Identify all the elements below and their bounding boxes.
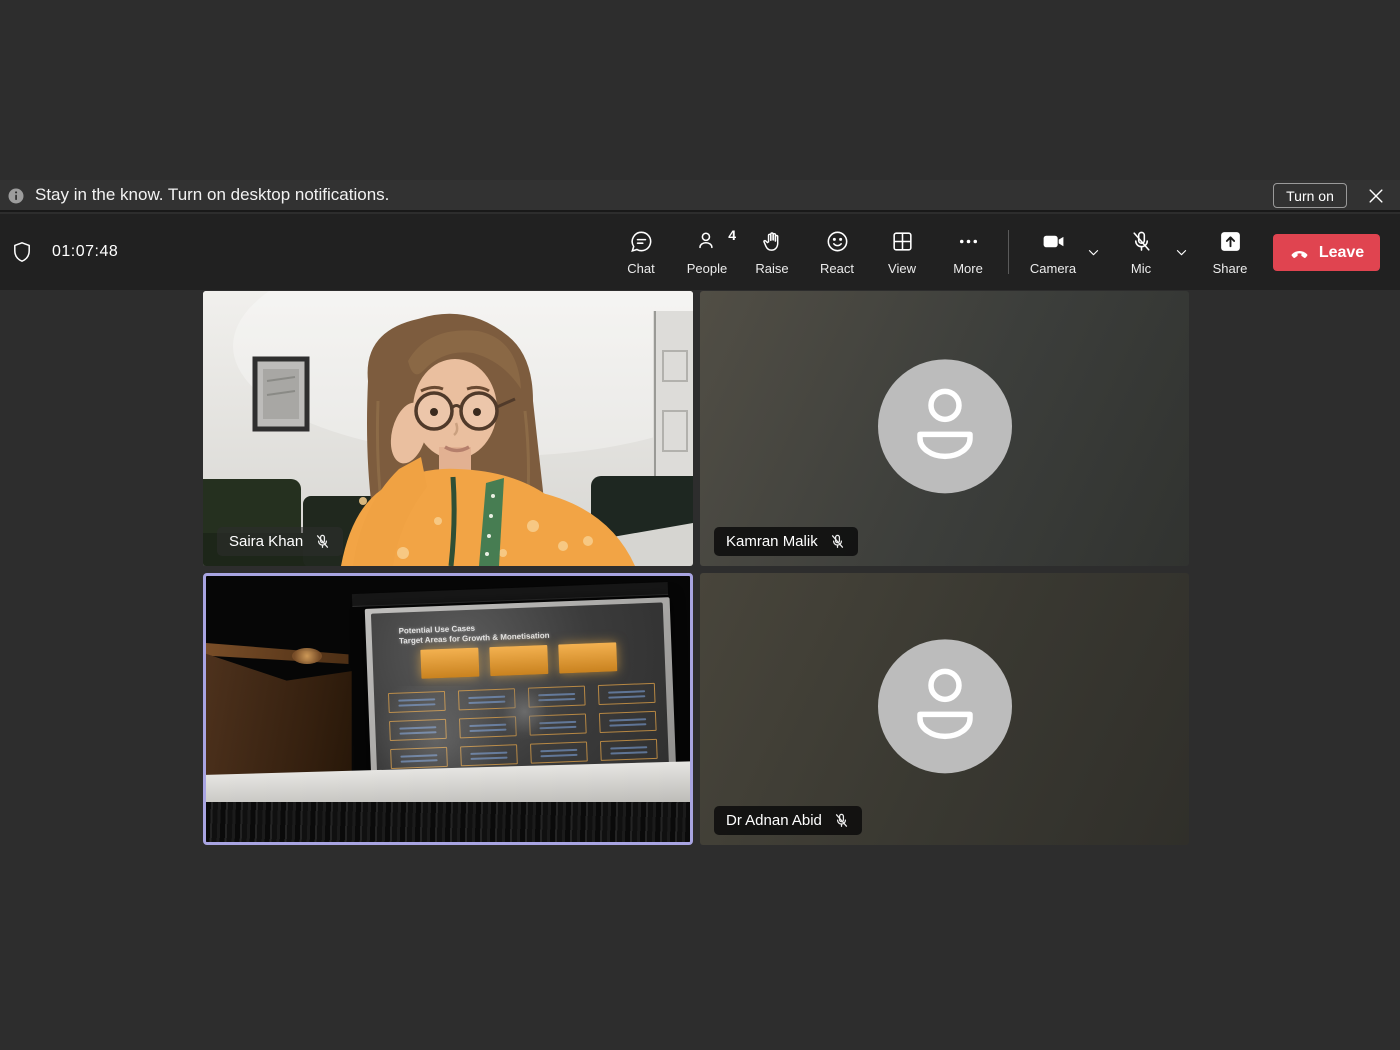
chat-icon: [629, 229, 654, 254]
slide-highlight-box: [420, 648, 479, 679]
person-placeholder-icon: [909, 662, 981, 750]
video-tile-kamran-malik[interactable]: Kamran Malik: [700, 291, 1189, 566]
view-button[interactable]: View: [873, 214, 931, 290]
people-icon: [695, 229, 720, 254]
share-icon: [1218, 229, 1243, 254]
participant-name: Kamran Malik: [726, 533, 818, 550]
raise-label: Raise: [755, 261, 788, 276]
mic-label: Mic: [1131, 261, 1151, 276]
chat-button[interactable]: Chat: [612, 214, 670, 290]
avatar: [878, 359, 1012, 493]
camera-label: Camera: [1030, 261, 1076, 276]
stage-structure-top: [206, 634, 356, 664]
slide-grid-box: [599, 711, 657, 733]
mic-muted-icon: [314, 533, 331, 550]
slide-content: Potential Use Cases Target Areas for Gro…: [371, 602, 669, 778]
toolbar-divider: [1008, 230, 1009, 274]
people-button[interactable]: 4 People: [676, 214, 738, 290]
leave-label: Leave: [1319, 244, 1364, 262]
meeting-window: Stay in the know. Turn on desktop notifi…: [0, 0, 1400, 1050]
share-button[interactable]: Share: [1201, 214, 1259, 290]
slide-highlight-box: [558, 642, 617, 673]
react-smiley-icon: [825, 229, 850, 254]
stage-skirt: [206, 802, 693, 842]
slide-grid-box: [388, 691, 446, 713]
turn-on-button[interactable]: Turn on: [1273, 183, 1347, 208]
name-label-saira: Saira Khan: [217, 527, 343, 556]
projection-screen: Potential Use Cases Target Areas for Gro…: [365, 597, 677, 785]
meeting-toolbar: 01:07:48 Chat 4 People Raise React View …: [0, 214, 1400, 290]
stage-light: [292, 648, 322, 664]
avatar: [878, 639, 1012, 773]
slide-grid-box: [600, 739, 658, 761]
notification-bar: Stay in the know. Turn on desktop notifi…: [0, 180, 1400, 212]
mic-muted-icon: [1129, 229, 1154, 254]
chat-label: Chat: [627, 261, 654, 276]
view-grid-icon: [890, 229, 915, 254]
more-ellipsis-icon: [956, 229, 981, 254]
participant-name: Saira Khan: [229, 533, 303, 550]
more-label: More: [953, 261, 983, 276]
video-tile-adnan-abid[interactable]: Dr Adnan Abid: [700, 573, 1189, 845]
notification-message: Stay in the know. Turn on desktop notifi…: [35, 185, 389, 205]
slide-highlight-box: [489, 645, 548, 676]
video-tile-presentation-room[interactable]: Potential Use Cases Target Areas for Gro…: [203, 573, 693, 845]
mic-button[interactable]: Mic: [1112, 214, 1170, 290]
share-label: Share: [1213, 261, 1248, 276]
leave-button[interactable]: Leave: [1273, 234, 1380, 271]
people-label: People: [687, 261, 727, 276]
person-placeholder-icon: [909, 382, 981, 470]
mic-muted-icon: [833, 812, 850, 829]
slide-grid-box: [530, 741, 588, 763]
raise-hand-icon: [760, 229, 785, 254]
react-label: React: [820, 261, 854, 276]
meeting-timer: 01:07:48: [52, 214, 118, 290]
slide-grid-box: [389, 719, 447, 741]
participant-name: Dr Adnan Abid: [726, 812, 822, 829]
shield-icon: [10, 240, 34, 264]
view-label: View: [888, 261, 916, 276]
more-button[interactable]: More: [939, 214, 997, 290]
camera-icon: [1041, 229, 1066, 254]
name-label-kamran: Kamran Malik: [714, 527, 858, 556]
raise-hand-button[interactable]: Raise: [743, 214, 801, 290]
slide-grid-box: [390, 747, 448, 769]
camera-button[interactable]: Camera: [1022, 214, 1084, 290]
slide-title: Potential Use Cases Target Areas for Gro…: [398, 621, 549, 648]
video-tile-saira-khan[interactable]: Saira Khan: [203, 291, 693, 566]
slide-grid-box: [598, 683, 656, 705]
mic-muted-icon: [829, 533, 846, 550]
people-count-badge: 4: [728, 227, 736, 243]
info-icon: [7, 187, 25, 205]
camera-chevron-down-icon[interactable]: [1086, 245, 1101, 260]
saira-video-feed: [203, 291, 693, 566]
slide-grid-box: [460, 744, 518, 766]
close-icon[interactable]: [1366, 186, 1386, 206]
mic-chevron-down-icon[interactable]: [1174, 245, 1189, 260]
react-button[interactable]: React: [808, 214, 866, 290]
hangup-icon: [1289, 242, 1310, 263]
name-label-adnan: Dr Adnan Abid: [714, 806, 862, 835]
